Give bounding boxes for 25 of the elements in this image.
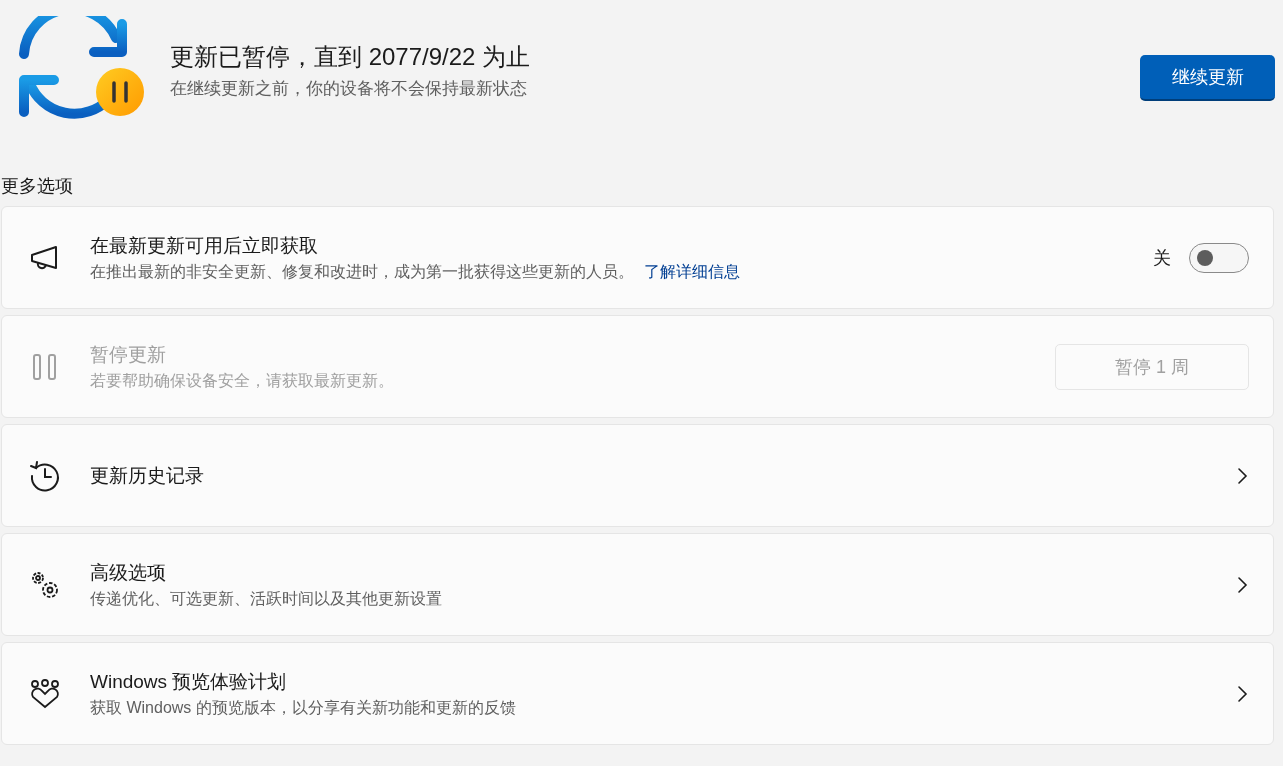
- option-title: Windows 预览体验计划: [90, 669, 288, 694]
- option-description: 若要帮助确保设备安全，请获取最新更新。: [90, 370, 395, 391]
- option-title: 在最新更新可用后立即获取: [90, 233, 319, 258]
- option-title: 更新历史记录: [90, 463, 205, 488]
- status-subtitle: 在继续更新之前，你的设备将不会保持最新状态: [170, 77, 528, 100]
- history-icon: [28, 458, 62, 493]
- option-description: 获取 Windows 的预览版本，以分享有关新功能和更新的反馈: [90, 697, 517, 718]
- option-card[interactable]: 在最新更新可用后立即获取 在推出最新的非安全更新、修复和改进时，成为第一批获得这些更新的人员。 了解详细信息 关: [1, 206, 1274, 309]
- section-title: 更多选项: [1, 175, 74, 198]
- resume-updates-button[interactable]: 继续更新: [1140, 55, 1275, 101]
- option-description: 在推出最新的非安全更新、修复和改进时，成为第一批获得这些更新的人员。 了解详细信息: [90, 261, 741, 282]
- option-card[interactable]: 更新历史记录: [1, 424, 1274, 527]
- option-card[interactable]: 高级选项 传递优化、可选更新、活跃时间以及其他更新设置: [1, 533, 1274, 636]
- option-card[interactable]: Windows 预览体验计划 获取 Windows 的预览版本，以分享有关新功能和更新的反馈: [1, 642, 1274, 745]
- toggle-label: 关: [1153, 246, 1171, 270]
- chevron-right-icon[interactable]: [1235, 574, 1249, 595]
- chevron-right-icon[interactable]: [1235, 683, 1249, 704]
- status-title: 更新已暂停，直到 2077/9/22 为止: [170, 41, 532, 72]
- toggle-switch[interactable]: [1189, 242, 1249, 273]
- learn-more-link[interactable]: 了解详细信息: [644, 262, 740, 280]
- chevron-right-icon[interactable]: [1235, 465, 1249, 486]
- option-title: 高级选项: [90, 560, 167, 585]
- option-description: 传递优化、可选更新、活跃时间以及其他更新设置: [90, 588, 443, 609]
- option-title: 暂停更新: [90, 342, 167, 367]
- community-icon: [28, 676, 62, 711]
